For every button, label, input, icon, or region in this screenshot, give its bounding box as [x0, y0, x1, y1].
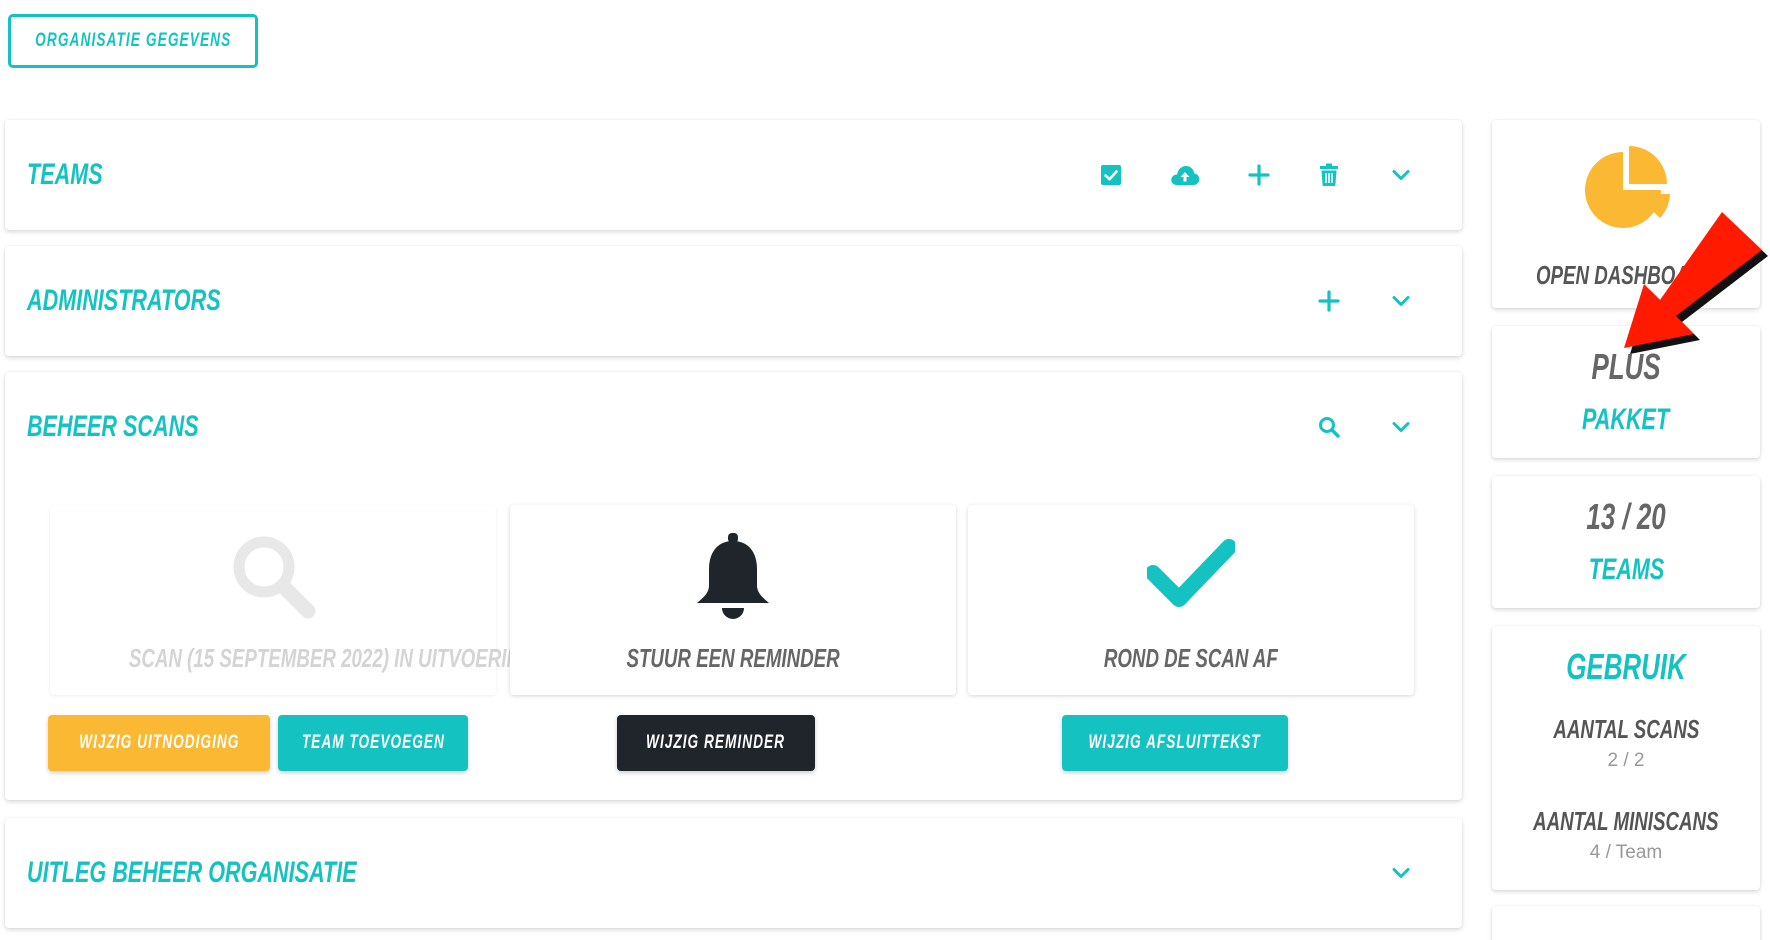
wijzig-afsluittekst-button[interactable]: WIJZIG AFSLUITTEKST [1062, 715, 1288, 771]
organisatie-gegevens-label: ORGANISATIE GEGEVENS [34, 30, 232, 51]
beheer-scans-header: BEHEER SCANS [5, 372, 1462, 482]
complete-scan-label: ROND DE SCAN AF [1103, 643, 1279, 673]
wijzig-afsluittekst-label: WIJZIG AFSLUITTEKST [1088, 732, 1262, 753]
usage-title-wrap: GEBRUIK [1492, 646, 1760, 688]
plus-icon[interactable] [1243, 159, 1275, 191]
teams-count-card: 13 / 20 TEAMS [1492, 476, 1760, 608]
send-reminder-card[interactable]: STUUR EEN REMINDER [510, 505, 956, 695]
miniscans-label: AANTAL MINISCANS [1533, 806, 1719, 836]
usage-title: GEBRUIK [1566, 646, 1686, 687]
extra-card [1492, 906, 1760, 940]
checkmark-icon [968, 533, 1414, 613]
teams-panel-title[interactable]: TEAMS [27, 120, 132, 230]
organisatie-gegevens-button[interactable]: ORGANISATIE GEGEVENS [8, 14, 258, 68]
cloud-upload-icon[interactable] [1169, 159, 1201, 191]
plus-icon[interactable] [1313, 285, 1345, 317]
search-icon[interactable] [1313, 411, 1345, 443]
teams-count-label: TEAMS [1588, 553, 1664, 586]
package-label: PAKKET [1582, 403, 1670, 436]
checkbox-icon[interactable] [1095, 159, 1127, 191]
miniscans-label-wrap: AANTAL MINISCANS [1492, 806, 1760, 837]
uitleg-panel-title[interactable]: UITLEG BEHEER ORGANISATIE [27, 818, 485, 928]
chevron-down-icon[interactable] [1385, 285, 1417, 317]
complete-scan-card[interactable]: ROND DE SCAN AF [968, 505, 1414, 695]
team-toevoegen-button[interactable]: TEAM TOEVOEGEN [278, 715, 468, 771]
scans-value: 2 / 2 [1607, 750, 1645, 771]
uitleg-beheer-organisatie-panel: UITLEG BEHEER ORGANISATIE [5, 818, 1462, 928]
search-icon [50, 533, 496, 619]
bell-icon [510, 533, 956, 621]
wijzig-reminder-label: WIJZIG REMINDER [646, 732, 786, 753]
teams-panel: TEAMS [5, 120, 1462, 230]
team-toevoegen-label: TEAM TOEVOEGEN [301, 732, 445, 753]
wijzig-reminder-button[interactable]: WIJZIG REMINDER [617, 715, 815, 771]
usage-card: GEBRUIK AANTAL SCANS 2 / 2 AANTAL MINISC… [1492, 626, 1760, 890]
teams-count: 13 / 20 [1586, 496, 1666, 537]
chevron-down-icon[interactable] [1385, 411, 1417, 443]
teams-title-text: TEAMS [27, 158, 103, 191]
scan-status-label: SCAN (15 SEPTEMBER 2022) IN UITVOERING [128, 643, 535, 673]
teams-count-wrap: 13 / 20 [1492, 496, 1760, 538]
scan-in-progress-card: SCAN (15 SEPTEMBER 2022) IN UITVOERING [50, 505, 535, 695]
wijzig-uitnodiging-label: WIJZIG UITNODIGING [78, 732, 240, 753]
red-arrow-annotation [1624, 212, 1768, 354]
chevron-down-icon[interactable] [1385, 857, 1417, 889]
wijzig-uitnodiging-button[interactable]: WIJZIG UITNODIGING [48, 715, 270, 771]
trash-icon[interactable] [1313, 159, 1345, 191]
beheer-scans-panel-title[interactable]: BEHEER SCANS [27, 372, 265, 482]
scans-label: AANTAL SCANS [1553, 714, 1699, 744]
administrators-panel: ADMINISTRATORS [5, 246, 1462, 356]
teams-count-label-wrap: TEAMS [1492, 552, 1760, 587]
chevron-down-icon[interactable] [1385, 159, 1417, 191]
scans-label-wrap: AANTAL SCANS [1492, 714, 1760, 745]
beheer-scans-title-text: BEHEER SCANS [27, 410, 199, 443]
administrators-title-text: ADMINISTRATORS [27, 284, 221, 317]
administrators-panel-title[interactable]: ADMINISTRATORS [27, 246, 296, 356]
send-reminder-label: STUUR EEN REMINDER [626, 643, 840, 673]
package-label-wrap: PAKKET [1492, 402, 1760, 437]
miniscans-value: 4 / Team [1589, 842, 1663, 863]
uitleg-title-text: UITLEG BEHEER ORGANISATIE [27, 856, 357, 889]
